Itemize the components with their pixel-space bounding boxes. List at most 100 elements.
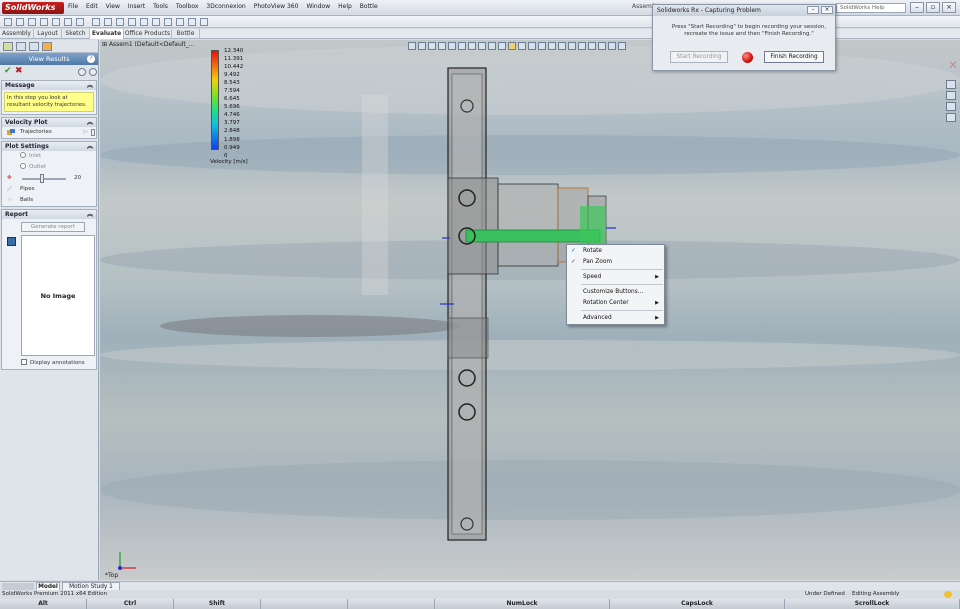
component-icon[interactable] [92,18,100,26]
finish-recording-button[interactable]: Finish Recording [764,51,824,63]
ambient-occlusion-icon[interactable] [618,42,626,50]
previous-view-icon[interactable] [428,42,436,50]
hide-show-icon[interactable] [538,42,546,50]
feature-tree-icon[interactable] [3,42,13,51]
menu-window[interactable]: Window [306,3,330,10]
pipes-option[interactable]: ⟋ Pipes [2,184,96,195]
display-annotations-checkbox[interactable]: Display annotations [2,358,96,369]
solidworks-logo[interactable]: SolidWorks [2,2,64,14]
view-palette-icon[interactable] [946,113,956,122]
next-icon[interactable] [89,68,97,76]
section-icon[interactable] [188,18,196,26]
key-scrolllock[interactable]: ScrollLock [785,599,960,609]
menu-file[interactable]: File [68,3,78,10]
menu-photoview[interactable]: PhotoView 360 [254,3,299,10]
menu-item-pan-zoom[interactable]: ✓ Pan Zoom [567,257,664,267]
view-settings-icon[interactable] [568,42,576,50]
graphics-area[interactable]: ⊞ Assem1 (Default<Default_... 12.340 11.… [100,40,960,580]
count-slider-track[interactable] [22,178,66,180]
search-help-input[interactable]: SolidWorks Help [836,3,906,13]
key-ctrl[interactable]: Ctrl [87,599,174,609]
right-view-icon[interactable] [488,42,496,50]
front-view-icon[interactable] [458,42,466,50]
minimize-button[interactable]: – [910,2,924,13]
rebuild-status-icon[interactable] [944,591,952,598]
resources-icon[interactable] [946,80,956,89]
ok-icon[interactable]: ✔ [4,66,12,76]
velocity-plot-header[interactable]: Velocity Plot ︽ [2,118,96,127]
key-blank-2[interactable] [348,599,435,609]
rebuild-icon[interactable] [64,18,72,26]
section-view-icon[interactable] [438,42,446,50]
tab-layout[interactable]: Layout [34,29,62,39]
photoview-icon[interactable] [588,42,596,50]
key-shift[interactable]: Shift [174,599,261,609]
edit-appearance-icon[interactable] [548,42,556,50]
tab-assembly[interactable]: Assembly [0,29,34,39]
count-slider-thumb[interactable] [40,174,44,183]
save-image-icon[interactable] [7,237,16,246]
outlet-radio[interactable]: Outlet [2,162,96,173]
key-blank-1[interactable] [261,599,348,609]
bottom-view-icon[interactable] [508,42,516,50]
trajectories-item[interactable]: Trajectories ▷ [2,127,96,138]
menu-bottle[interactable]: Bottle [360,3,378,10]
interference-icon[interactable] [152,18,160,26]
design-library-icon[interactable] [946,91,956,100]
menu-item-advanced[interactable]: Advanced ▶ [567,313,664,323]
message-section-header[interactable]: Message ︽ [2,81,96,90]
menu-item-customize-buttons[interactable]: Customize Buttons... [567,287,664,297]
tab-scroll-arrows[interactable] [2,583,34,590]
menu-view[interactable]: View [106,3,120,10]
dialog-close-button[interactable]: × [821,6,833,14]
tab-office-products[interactable]: Office Products [124,29,172,39]
new-icon[interactable] [4,18,12,26]
close-button[interactable]: × [942,2,956,13]
left-view-icon[interactable] [478,42,486,50]
file-explorer-icon[interactable] [946,102,956,111]
menu-item-speed[interactable]: Speed ▶ [567,272,664,282]
mass-icon[interactable] [176,18,184,26]
inlet-radio[interactable]: Inlet [2,151,96,162]
appearance-icon[interactable] [200,18,208,26]
options-icon[interactable] [76,18,84,26]
pattern-icon[interactable] [116,18,124,26]
key-alt[interactable]: Alt [0,599,87,609]
tab-evaluate[interactable]: Evaluate [90,29,124,39]
menu-insert[interactable]: Insert [128,3,145,10]
print-icon[interactable] [40,18,48,26]
tab-bottle[interactable]: Bottle [172,29,200,39]
cancel-icon[interactable]: ✖ [15,66,23,76]
start-recording-button[interactable]: Start Recording [670,51,728,63]
menu-help[interactable]: Help [338,3,352,10]
iso-view-icon[interactable] [518,42,526,50]
open-icon[interactable] [16,18,24,26]
shadows-icon[interactable] [608,42,616,50]
key-capslock[interactable]: CapsLock [610,599,785,609]
save-icon[interactable] [28,18,36,26]
zoom-area-icon[interactable] [418,42,426,50]
generate-report-button[interactable]: Generate report [21,222,85,232]
undo-icon[interactable] [52,18,60,26]
apply-scene-icon[interactable] [558,42,566,50]
dialog-minimize-button[interactable]: – [807,6,819,14]
realview-icon[interactable] [598,42,606,50]
lighting-icon[interactable] [578,42,586,50]
help-icon[interactable]: ? [87,55,95,63]
menu-toolbox[interactable]: Toolbox [176,3,199,10]
display-manager-icon[interactable] [42,42,52,51]
balls-option[interactable]: ⁘ Balls [2,195,96,206]
back-view-icon[interactable] [468,42,476,50]
display-style-icon[interactable] [528,42,536,50]
restore-button[interactable]: ▫ [926,2,940,13]
view-orientation-icon[interactable] [448,42,456,50]
measure-icon[interactable] [164,18,172,26]
configuration-icon[interactable] [29,42,39,51]
top-view-icon[interactable] [498,42,506,50]
stop-icon[interactable] [91,129,95,136]
move-icon[interactable] [128,18,136,26]
report-header[interactable]: Report ︽ [2,210,96,219]
menu-item-rotation-center[interactable]: Rotation Center ▶ [567,298,664,308]
explode-icon[interactable] [140,18,148,26]
menu-3dconnexion[interactable]: 3Dconnexion [206,3,245,10]
